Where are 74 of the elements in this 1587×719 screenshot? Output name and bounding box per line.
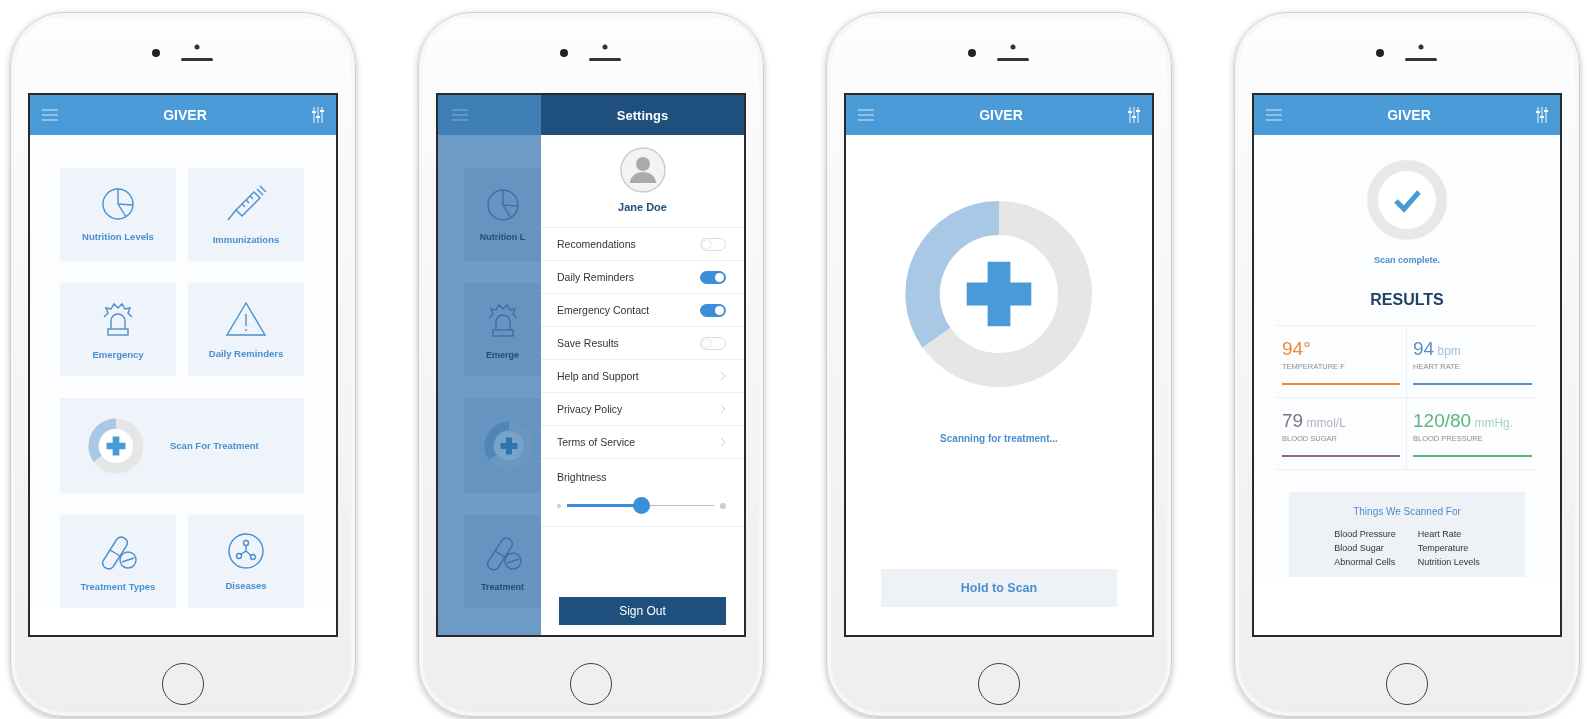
chevron-right-icon bbox=[720, 371, 726, 381]
menu-tile[interactable]: Treatment bbox=[464, 515, 541, 608]
scanned-item: Abnormal Cells bbox=[1334, 557, 1396, 567]
pie-chart-icon bbox=[101, 187, 135, 221]
setting-label: Daily Reminders bbox=[557, 271, 635, 283]
menu-icon bbox=[858, 109, 874, 121]
menu-tile[interactable]: Nutrition Levels bbox=[60, 168, 176, 261]
scan-ring-drawing bbox=[88, 417, 144, 474]
scan-status: Scan complete. bbox=[1374, 255, 1440, 265]
setting-label: Brightness bbox=[557, 471, 608, 483]
slider-thumb[interactable] bbox=[632, 497, 650, 514]
menu-tile[interactable]: Immunizations bbox=[188, 168, 304, 261]
setting-label: Emergency Contact bbox=[557, 304, 650, 316]
drawer-title: Settings bbox=[541, 95, 744, 135]
app-title: GIVER bbox=[1387, 107, 1431, 123]
card-title: Things We Scanned For bbox=[1353, 506, 1461, 517]
camera-icon bbox=[1376, 49, 1384, 57]
avatar-icon bbox=[619, 147, 666, 193]
scanned-item: Temperature bbox=[1417, 543, 1470, 553]
setting-label: Recomendations bbox=[557, 238, 636, 250]
settings-link[interactable]: Privacy Policy bbox=[541, 393, 744, 426]
menu-tile[interactable]: Treatment Types bbox=[60, 515, 176, 608]
speaker-icon bbox=[180, 44, 214, 62]
setting-label: Save Results bbox=[557, 337, 619, 349]
menu-icon bbox=[1266, 109, 1282, 121]
scan-status: Scanning for treatment... bbox=[940, 433, 1058, 444]
scanned-item: Nutrition Levels bbox=[1417, 557, 1480, 567]
molecule-icon bbox=[227, 532, 265, 570]
setting-label: Help and Support bbox=[557, 370, 639, 382]
scan-tile[interactable] bbox=[464, 398, 541, 493]
settings-icon bbox=[1536, 107, 1548, 123]
menu-icon bbox=[452, 109, 468, 121]
camera-icon bbox=[968, 49, 976, 57]
scanned-item: Blood Pressure bbox=[1334, 529, 1396, 539]
settings-icon bbox=[312, 107, 324, 123]
scanned-item: Blood Sugar bbox=[1334, 543, 1385, 553]
menu-tile[interactable]: Diseases bbox=[188, 515, 304, 608]
brightness-high-icon bbox=[720, 502, 726, 509]
menu-tile[interactable]: Nutrition L bbox=[464, 168, 541, 261]
chevron-right-icon bbox=[720, 437, 726, 447]
metric-value: 120/80 mmHg. bbox=[1413, 410, 1515, 432]
speaker-icon bbox=[1404, 44, 1438, 62]
menu-tile[interactable]: Emergency bbox=[60, 283, 176, 376]
menu-tile[interactable]: Emerge bbox=[464, 283, 541, 376]
camera-icon bbox=[560, 49, 568, 57]
speaker-icon bbox=[996, 44, 1030, 62]
checkmark-icon bbox=[1366, 159, 1448, 241]
results-heading: RESULTS bbox=[1370, 291, 1444, 309]
toggle-switch[interactable] bbox=[700, 303, 726, 317]
metric-value: 94° bbox=[1282, 338, 1312, 360]
settings-link[interactable]: Help and Support bbox=[541, 360, 744, 393]
hold-to-scan-button[interactable]: Hold to Scan bbox=[881, 569, 1117, 607]
pie-chart-icon bbox=[485, 187, 520, 222]
user-name: Jane Doe bbox=[618, 201, 667, 213]
setting-label: Privacy Policy bbox=[557, 403, 623, 415]
metric-value: 79 mmol/L bbox=[1282, 410, 1347, 432]
menu-tile[interactable]: Daily Reminders bbox=[188, 283, 304, 376]
warning-icon bbox=[225, 300, 267, 338]
metric-value: 94 bpm bbox=[1413, 338, 1462, 360]
speaker-icon bbox=[588, 44, 622, 62]
menu-icon bbox=[42, 109, 58, 121]
setting-label: Terms of Service bbox=[557, 436, 636, 448]
brightness-low-icon bbox=[557, 503, 561, 508]
toggle-switch[interactable] bbox=[700, 270, 726, 284]
sign-out-button[interactable]: Sign Out bbox=[559, 597, 726, 625]
scanned-item: Heart Rate bbox=[1417, 529, 1463, 539]
camera-icon bbox=[152, 49, 160, 57]
app-title: GIVER bbox=[163, 107, 207, 123]
settings-icon bbox=[1128, 107, 1140, 123]
chevron-right-icon bbox=[720, 404, 726, 414]
app-title: GIVER bbox=[979, 107, 1023, 123]
brightness-slider[interactable] bbox=[567, 497, 714, 514]
scan-tile[interactable]: Scan For Treatment bbox=[60, 398, 304, 493]
settings-link[interactable]: Terms of Service bbox=[541, 426, 744, 459]
